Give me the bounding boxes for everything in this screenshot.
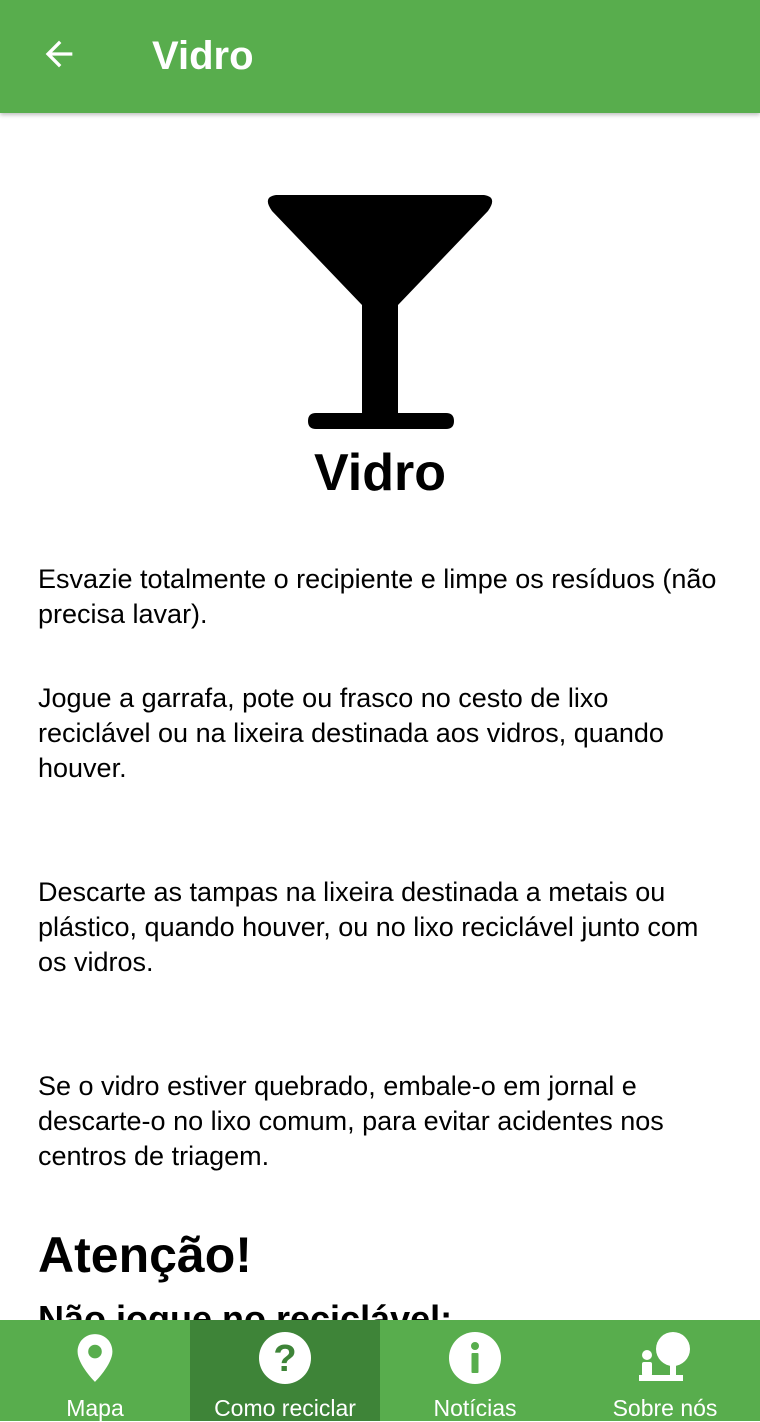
map-pin-icon xyxy=(65,1328,125,1388)
material-title: Vidro xyxy=(314,444,446,502)
content-area[interactable]: Vidro Esvazie totalmente o recipiente e … xyxy=(0,113,760,1320)
back-button[interactable] xyxy=(24,22,94,86)
svg-text:?: ? xyxy=(273,1338,296,1380)
nav-label: Sobre nós xyxy=(612,1395,718,1421)
page-title: Vidro xyxy=(152,34,254,78)
wine-glass-icon xyxy=(267,195,493,429)
warning-title: Atenção! xyxy=(38,1227,252,1283)
arrow-back-icon xyxy=(45,40,73,68)
nav-item-about-us[interactable]: Sobre nós xyxy=(570,1320,760,1421)
nav-item-map[interactable]: Mapa xyxy=(0,1320,190,1421)
tip-text: Esvazie totalmente o recipiente e limpe … xyxy=(38,564,717,629)
nav-item-news[interactable]: Notícias xyxy=(380,1320,570,1421)
help-circle-icon: ? xyxy=(255,1328,315,1388)
info-circle-icon xyxy=(445,1328,505,1388)
nav-label: Mapa xyxy=(66,1395,124,1421)
nav-label: Como reciclar xyxy=(214,1395,356,1421)
nav-label: Notícias xyxy=(433,1395,517,1421)
tip-text: Se o vidro estiver quebrado, embale-o em… xyxy=(38,1071,664,1171)
warning-subtitle: Não jogue no reciclável: xyxy=(38,1298,453,1320)
tip-text: Jogue a garrafa, pote ou frasco no cesto… xyxy=(38,683,664,783)
app-bar: Vidro xyxy=(0,0,760,113)
about-us-icon xyxy=(635,1328,695,1388)
tip-text: Descarte as tampas na lixeira destinada … xyxy=(38,877,699,977)
nav-item-how-to-recycle[interactable]: ? Como reciclar xyxy=(190,1320,380,1421)
bottom-navigation: Mapa ? Como reciclar Notícias Sobre nós xyxy=(0,1320,760,1421)
